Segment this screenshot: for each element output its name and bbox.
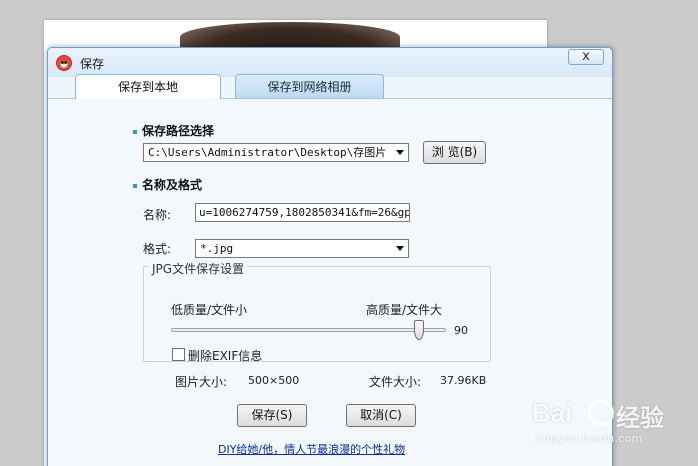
quality-value: 90 xyxy=(454,324,468,337)
quality-slider-thumb[interactable] xyxy=(413,320,424,340)
tab-save-local[interactable]: 保存到本地 xyxy=(75,74,221,99)
cancel-button[interactable]: 取消(C) xyxy=(346,404,416,427)
tab-save-web-album[interactable]: 保存到网络相册 xyxy=(235,74,384,99)
format-value: *.jpg xyxy=(200,242,234,255)
path-section-label: 保存路径选择 xyxy=(142,124,215,138)
low-quality-label: 低质量/文件小 xyxy=(171,303,248,317)
format-label: 格式: xyxy=(143,242,172,256)
promo-link[interactable]: DIY给她/他，情人节最浪漫的个性礼物 xyxy=(218,441,405,457)
save-path-combobox[interactable]: C:\Users\Administrator\Desktop\存图片 xyxy=(143,143,409,162)
quality-slider-track[interactable] xyxy=(171,328,446,332)
active-tab-join xyxy=(76,98,220,99)
title-bar: 保存 x xyxy=(48,48,612,77)
chevron-down-icon[interactable] xyxy=(396,150,404,155)
high-quality-label: 高质量/文件大 xyxy=(366,303,443,317)
watermark-url: jingyan.baidu.com xyxy=(536,432,643,445)
remove-exif-label[interactable]: 删除EXIF信息 xyxy=(188,347,262,364)
name-label: 名称: xyxy=(143,208,172,222)
save-dialog: 保存 x 保存到本地 保存到网络相册 保存路径选择 C:\Users\Admin… xyxy=(47,47,613,466)
image-size-value: 500×500 xyxy=(248,374,300,387)
name-section-label: 名称及格式 xyxy=(142,178,203,192)
format-select[interactable]: *.jpg xyxy=(195,239,409,258)
save-path-value: C:\Users\Administrator\Desktop\存图片 xyxy=(148,146,387,159)
jpg-settings-title: JPG文件保存设置 xyxy=(149,260,248,277)
section-bullet-icon xyxy=(133,183,137,188)
save-button[interactable]: 保存(S) xyxy=(237,404,307,427)
file-size-label: 文件大小: xyxy=(369,375,422,389)
chevron-down-icon[interactable] xyxy=(396,246,404,251)
image-size-label: 图片大小: xyxy=(175,375,228,389)
filename-input[interactable]: u=1006274759,1802850341&fm=26&gp=0_ xyxy=(195,203,410,222)
baidu-jingyan-watermark: Bai 经验 jingyan.baidu.com xyxy=(532,398,692,456)
app-logo-icon xyxy=(56,55,72,71)
window-title: 保存 xyxy=(80,57,105,71)
remove-exif-checkbox[interactable] xyxy=(172,348,185,361)
name-section-title: 名称及格式 xyxy=(133,176,202,193)
browse-button[interactable]: 浏 览(B) xyxy=(423,141,486,164)
section-bullet-icon xyxy=(133,129,137,134)
watermark-brand: Bai xyxy=(532,398,573,428)
path-section-title: 保存路径选择 xyxy=(133,122,214,139)
watermark-cn: 经验 xyxy=(616,404,664,432)
file-size-value: 37.96KB xyxy=(440,374,487,387)
close-button[interactable]: x xyxy=(568,49,604,65)
paw-logo-icon xyxy=(588,400,614,426)
